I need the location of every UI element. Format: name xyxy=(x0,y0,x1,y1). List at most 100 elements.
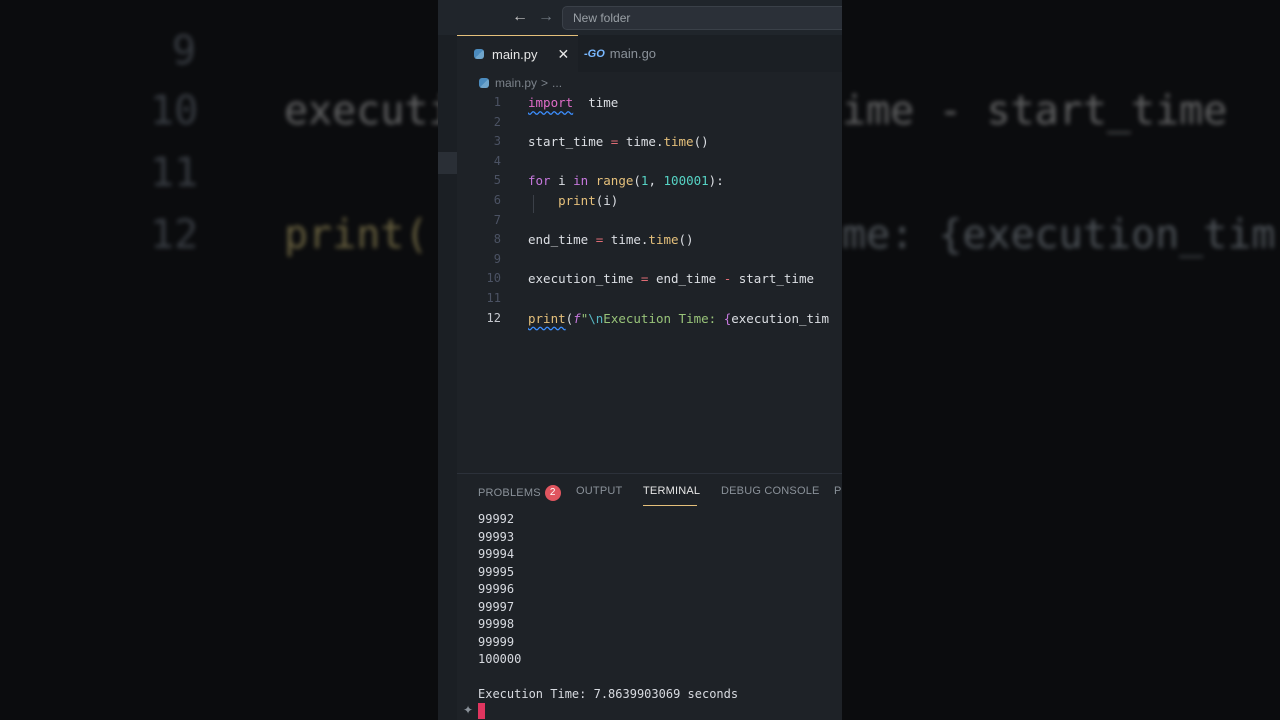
code-token: , xyxy=(648,173,664,189)
bottom-panel: PROBLEMS 2 OUTPUT TERMINAL DEBUG CONSOLE … xyxy=(457,473,842,720)
search-text: New folder xyxy=(573,11,631,25)
tab-terminal[interactable]: TERMINAL xyxy=(643,485,700,497)
background-right-blur: ime - start_time me: {execution_tim xyxy=(842,0,1280,720)
activity-indicator xyxy=(438,152,457,174)
line-number: 11 xyxy=(486,291,501,305)
code-token: time. xyxy=(618,134,664,150)
breadcrumb: main.py > ... xyxy=(478,76,562,90)
tab-main-py[interactable]: main.py ✕ xyxy=(457,35,578,72)
code-token: () xyxy=(693,134,709,150)
activity-bar xyxy=(438,35,457,720)
code-token: 100001 xyxy=(663,173,709,189)
line-number: 7 xyxy=(493,212,501,227)
arrow-left-icon[interactable]: ← xyxy=(512,8,528,26)
code-token: import xyxy=(528,95,574,110)
code-text: end_time = time.time() xyxy=(528,232,694,247)
line-number: 3 xyxy=(493,134,501,149)
breadcrumb-rest[interactable]: ... xyxy=(552,76,562,90)
line-number: 8 xyxy=(493,232,501,247)
tab-output[interactable]: OUTPUT xyxy=(576,485,622,497)
code-token: end_time xyxy=(648,271,724,287)
code-text: execution_time = end_time - start_time xyxy=(528,271,814,286)
code-token: in xyxy=(573,173,589,189)
code-token: print xyxy=(528,310,566,326)
code-token: \n xyxy=(588,310,604,326)
code-token: time xyxy=(663,134,694,150)
line-number: 9 xyxy=(493,251,501,266)
terminal-sparkle-icon: ✦ xyxy=(463,703,474,717)
chevron-right-icon: > xyxy=(541,76,549,90)
breadcrumb-file[interactable]: main.py xyxy=(495,76,537,90)
bg-code-text: print( xyxy=(284,212,429,258)
code-token: time xyxy=(573,95,619,110)
code-token: time xyxy=(648,232,679,248)
code-token: ( xyxy=(633,173,641,189)
close-icon[interactable]: ✕ xyxy=(558,46,570,63)
code-token: ): xyxy=(708,173,724,189)
python-icon xyxy=(478,77,490,89)
bg-code-text: me: {execution_tim xyxy=(842,212,1276,258)
terminal-line: 99999 xyxy=(478,634,515,649)
terminal-line: 99995 xyxy=(478,564,515,579)
tab-problems[interactable]: PROBLEMS 2 xyxy=(478,485,561,501)
line-number: 6 xyxy=(493,193,501,207)
terminal-line: 99997 xyxy=(478,599,515,614)
code-token: execution_tim xyxy=(731,310,830,326)
terminal-line: 99992 xyxy=(478,512,515,526)
code-token: print xyxy=(558,193,596,208)
code-token: f xyxy=(573,310,581,326)
code-token: start_time xyxy=(528,134,611,150)
code-token: for xyxy=(528,173,551,189)
vscode-window: ← → New folder main.py ✕ -GO main.go mai… xyxy=(438,0,842,720)
code-token: Execution Time: xyxy=(603,310,724,326)
terminal-line: 99993 xyxy=(478,529,515,544)
line-number: 1 xyxy=(493,95,501,109)
tab-label: main.go xyxy=(609,46,657,61)
code-text: import time xyxy=(528,95,618,110)
indent-guide xyxy=(533,195,534,213)
tab-ports[interactable]: P xyxy=(834,485,842,497)
code-token: time. xyxy=(603,232,649,248)
bg-line-number: 12 xyxy=(150,212,199,258)
tab-label: PROBLEMS xyxy=(478,486,541,499)
bg-line-number: 11 xyxy=(150,150,199,196)
bg-line-number: 9 xyxy=(172,28,197,74)
terminal-line: 100000 xyxy=(478,652,522,666)
title-bar: ← → New folder xyxy=(438,0,842,35)
code-text: start_time = time.time() xyxy=(528,134,709,149)
terminal-line: Execution Time: 7.8639903069 seconds xyxy=(478,687,739,701)
line-number: 12 xyxy=(486,310,501,325)
line-number: 10 xyxy=(486,271,501,286)
terminal-line: 99994 xyxy=(478,547,515,561)
arrow-right-icon[interactable]: → xyxy=(538,8,554,26)
command-center-search[interactable]: New folder xyxy=(562,6,842,30)
code-token: range xyxy=(595,173,634,189)
tab-label: main.py xyxy=(492,46,538,62)
code-text: print(f"\nExecution Time: {execution_tim xyxy=(528,311,829,326)
line-number: 4 xyxy=(493,153,501,168)
bg-code-text: executi xyxy=(284,88,438,134)
code-token: (i) xyxy=(595,193,619,208)
background-left-blur: 9 10 executi 11 12 print( xyxy=(0,0,438,720)
code-text: print(i) xyxy=(528,193,618,208)
code-token: i xyxy=(550,173,574,189)
terminal-line: 99996 xyxy=(478,582,515,596)
editor-tabs: main.py ✕ -GO main.go xyxy=(457,35,842,72)
code-token: end_time xyxy=(528,232,596,248)
go-icon: -GO xyxy=(584,47,605,60)
terminal-line: 99998 xyxy=(478,617,515,631)
code-token: () xyxy=(678,232,694,248)
line-number: 5 xyxy=(493,173,501,188)
terminal-cursor xyxy=(478,703,485,719)
code-token: start_time xyxy=(731,271,815,287)
bg-code-text: ime - start_time xyxy=(842,88,1228,134)
active-tab-indicator xyxy=(643,505,697,506)
line-number: 2 xyxy=(493,114,501,129)
tab-main-go[interactable]: -GO main.go xyxy=(584,35,656,72)
code-text: for i in range(1, 100001): xyxy=(528,173,724,188)
tab-debug-console[interactable]: DEBUG CONSOLE xyxy=(721,485,820,497)
code-token: execution_time xyxy=(528,271,641,287)
bg-line-number: 10 xyxy=(150,88,199,134)
problems-count-badge: 2 xyxy=(544,485,561,501)
